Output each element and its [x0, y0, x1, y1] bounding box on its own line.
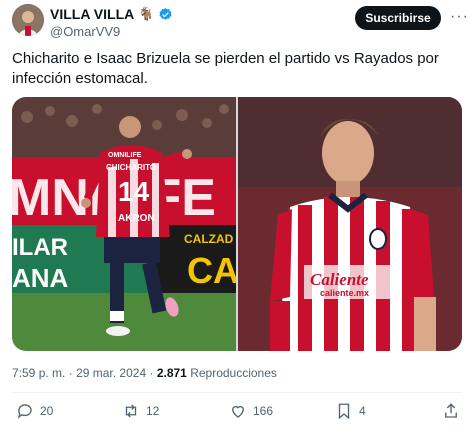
- jersey-number-left: 14: [118, 176, 150, 207]
- goat-emoji: 🐐: [138, 6, 155, 21]
- reply-button[interactable]: 20: [16, 402, 53, 420]
- share-icon: [445, 403, 457, 418]
- tweet-time[interactable]: 7:59 p. m.: [12, 366, 65, 380]
- verified-badge-icon: [159, 7, 173, 20]
- divider: [12, 392, 462, 393]
- author-name-row: VILLA VILLA 🐐: [50, 6, 173, 22]
- reply-icon: [17, 404, 32, 419]
- like-count: 166: [253, 404, 274, 418]
- jersey-brand-left: AKRON: [118, 213, 155, 224]
- author-handle[interactable]: @OmarVV9: [50, 24, 120, 39]
- avatar[interactable]: [12, 4, 44, 36]
- tweet-meta: 7:59 p. m. · 29 mar. 2024 · 2.871 Reprod…: [12, 366, 277, 380]
- retweet-count: 12: [146, 404, 160, 418]
- heart-icon: [232, 405, 244, 418]
- jersey-name-left: CHICHARITO: [106, 163, 156, 172]
- action-bar: 20 12 166 4: [12, 402, 462, 424]
- media-image-brizuela[interactable]: Caliente caliente.mx: [238, 97, 462, 351]
- board-text-2: ANA: [12, 263, 69, 293]
- jersey-sponsor-left: OMNILIFE: [108, 152, 142, 159]
- jersey-sponsor-right: Caliente: [310, 270, 369, 289]
- tweet-date[interactable]: 29 mar. 2024: [76, 366, 146, 380]
- board-text-4: CA: [187, 250, 236, 291]
- reply-count: 20: [40, 404, 54, 418]
- board-text-1: ILAR: [12, 234, 68, 261]
- retweet-icon: [125, 404, 137, 418]
- meta-separator: ·: [149, 366, 154, 380]
- meta-separator: ·: [68, 366, 73, 380]
- tweet-text: Chicharito e Isaac Brizuela se pierden e…: [12, 50, 439, 87]
- views-label: Reproducciones: [190, 366, 277, 380]
- more-options-icon[interactable]: ···: [450, 8, 469, 26]
- board-text-3: CALZAD: [184, 232, 234, 246]
- media-image-chicharito[interactable]: MNILIFE ILAR ANA CALZAD CA OMNILIFE CHIC…: [12, 97, 236, 351]
- bookmark-count: 4: [359, 404, 366, 418]
- like-button[interactable]: 166: [229, 402, 273, 420]
- jersey-url-right: caliente.mx: [320, 288, 369, 298]
- views-count: 2.871: [156, 366, 187, 380]
- subscribe-button[interactable]: Suscribirse: [355, 6, 441, 30]
- bookmark-icon: [338, 403, 350, 420]
- author-display-name[interactable]: VILLA VILLA: [50, 6, 134, 22]
- bookmark-button[interactable]: 4: [335, 402, 366, 420]
- retweet-button[interactable]: 12: [122, 402, 159, 420]
- share-button[interactable]: [442, 402, 460, 420]
- media-grid: MNILIFE ILAR ANA CALZAD CA OMNILIFE CHIC…: [12, 97, 462, 351]
